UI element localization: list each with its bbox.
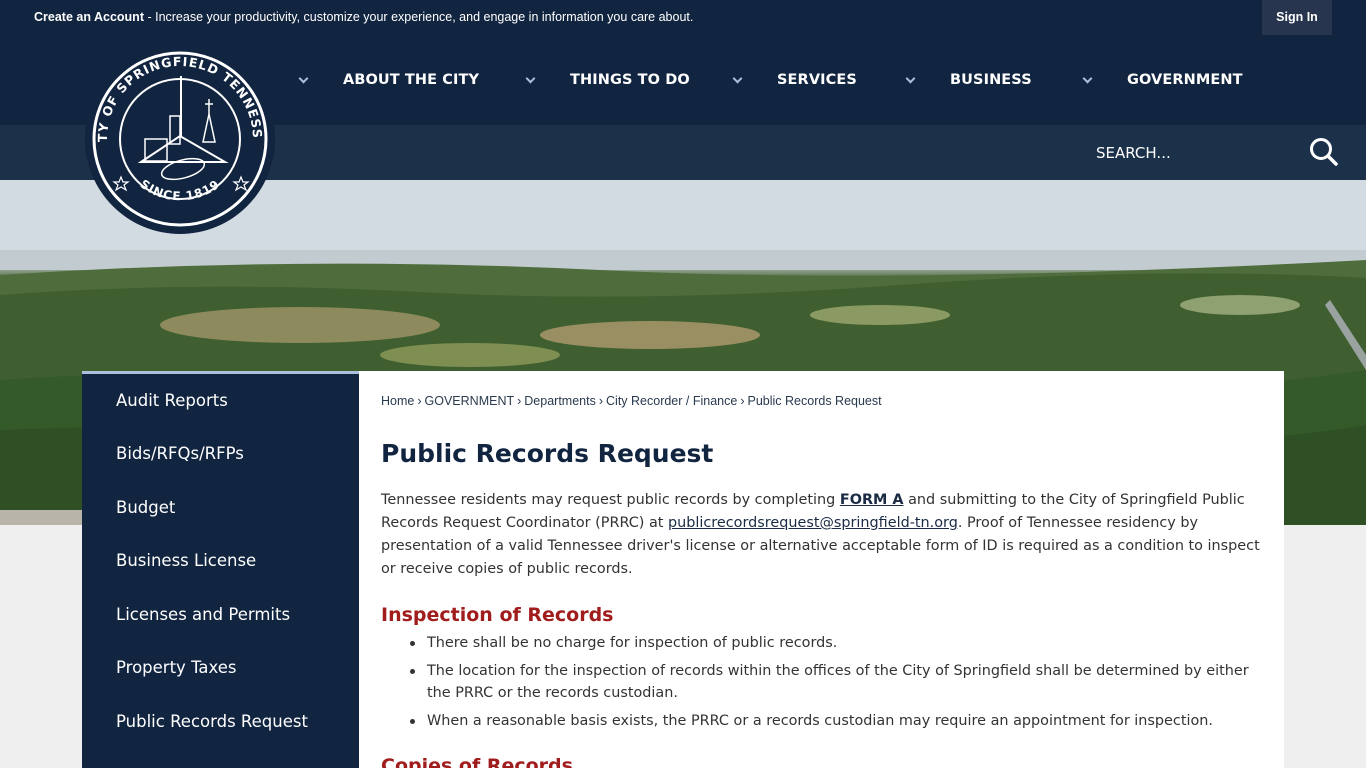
breadcrumb-government[interactable]: GOVERNMENT [425, 394, 515, 408]
email-link[interactable]: publicrecordsrequest@springfield-tn.org [668, 515, 958, 531]
breadcrumb-separator: › [740, 394, 745, 408]
nav-item-things-to-do[interactable]: THINGS TO DO [525, 35, 690, 125]
nav-label[interactable]: ABOUT THE CITY [343, 72, 479, 88]
chevron-down-icon[interactable] [732, 73, 743, 83]
create-account-link[interactable]: Create an Account [34, 10, 144, 24]
chevron-down-icon[interactable] [298, 73, 309, 83]
list-item: The location for the inspection of recor… [405, 660, 1265, 704]
chevron-down-icon[interactable] [525, 73, 536, 83]
sidebar-item-property-taxes[interactable]: Property Taxes [116, 658, 237, 677]
sidebar-item-business-license[interactable]: Business License [116, 551, 256, 570]
inspection-list: There shall be no charge for inspection … [405, 632, 1265, 738]
breadcrumb-departments[interactable]: Departments [524, 394, 596, 408]
sign-in-button[interactable]: Sign In [1262, 0, 1332, 35]
section-heading-copies: Copies of Records [381, 755, 573, 768]
nav-item-about-the-city[interactable]: ABOUT THE CITY [298, 35, 479, 125]
sidebar-item-public-records-request[interactable]: Public Records Request [116, 712, 308, 731]
form-a-link[interactable]: FORM A [840, 492, 904, 508]
sidebar-item-audit-reports[interactable]: Audit Reports [116, 391, 228, 410]
intro-text: Tennessee residents may request public r… [381, 492, 840, 508]
breadcrumb-current-page: Public Records Request [747, 394, 882, 408]
nav-item-services[interactable]: SERVICES [732, 35, 857, 125]
sidebar-item-bids-rfqs-rfps[interactable]: Bids/RFQs/RFPs [116, 444, 244, 463]
breadcrumb-separator: › [417, 394, 422, 408]
nav-label[interactable]: BUSINESS [950, 72, 1032, 88]
nav-item-government[interactable]: GOVERNMENT [1082, 35, 1243, 125]
chevron-down-icon[interactable] [905, 73, 916, 83]
top-utility-bar: Create an Account - Increase your produc… [0, 0, 1366, 35]
create-account-description: - Increase your productivity, customize … [143, 10, 694, 24]
search-input[interactable]: SEARCH... [1096, 144, 1171, 162]
search-icon[interactable] [1308, 136, 1340, 168]
sidebar-nav: Audit Reports Bids/RFQs/RFPs Budget Busi… [82, 371, 359, 768]
city-seal-logo[interactable]: CITY OF SPRINGFIELD TENNESSEE SINCE 1819 [80, 32, 275, 234]
nav-label[interactable]: THINGS TO DO [570, 72, 690, 88]
breadcrumb-separator: › [517, 394, 522, 408]
nav-label[interactable]: SERVICES [777, 72, 857, 88]
nav-item-business[interactable]: BUSINESS [905, 35, 1032, 125]
sidebar-item-budget[interactable]: Budget [116, 498, 175, 517]
city-seal-icon[interactable]: CITY OF SPRINGFIELD TENNESSEE SINCE 1819 [80, 32, 275, 234]
breadcrumb-home[interactable]: Home [381, 394, 414, 408]
intro-paragraph: Tennessee residents may request public r… [381, 489, 1266, 581]
nav-label[interactable]: GOVERNMENT [1127, 72, 1243, 88]
main-content: Home › GOVERNMENT › Departments › City Recorde… [359, 371, 1284, 768]
breadcrumb-city-recorder-finance[interactable]: City Recorder / Finance [606, 394, 737, 408]
chevron-down-icon[interactable] [1082, 73, 1093, 83]
create-account-message: Create an Account - Increase your produc… [34, 10, 693, 24]
breadcrumb-separator: › [598, 394, 604, 408]
list-item: There shall be no charge for inspection … [405, 632, 1265, 654]
sidebar-item-licenses-and-permits[interactable]: Licenses and Permits [116, 605, 290, 624]
list-item: When a reasonable basis exists, the PRRC… [405, 710, 1265, 732]
page-title: Public Records Request [381, 439, 714, 468]
section-heading-inspection: Inspection of Records [381, 604, 614, 626]
breadcrumb: Home › GOVERNMENT › Departments › City Recorde… [381, 394, 882, 408]
